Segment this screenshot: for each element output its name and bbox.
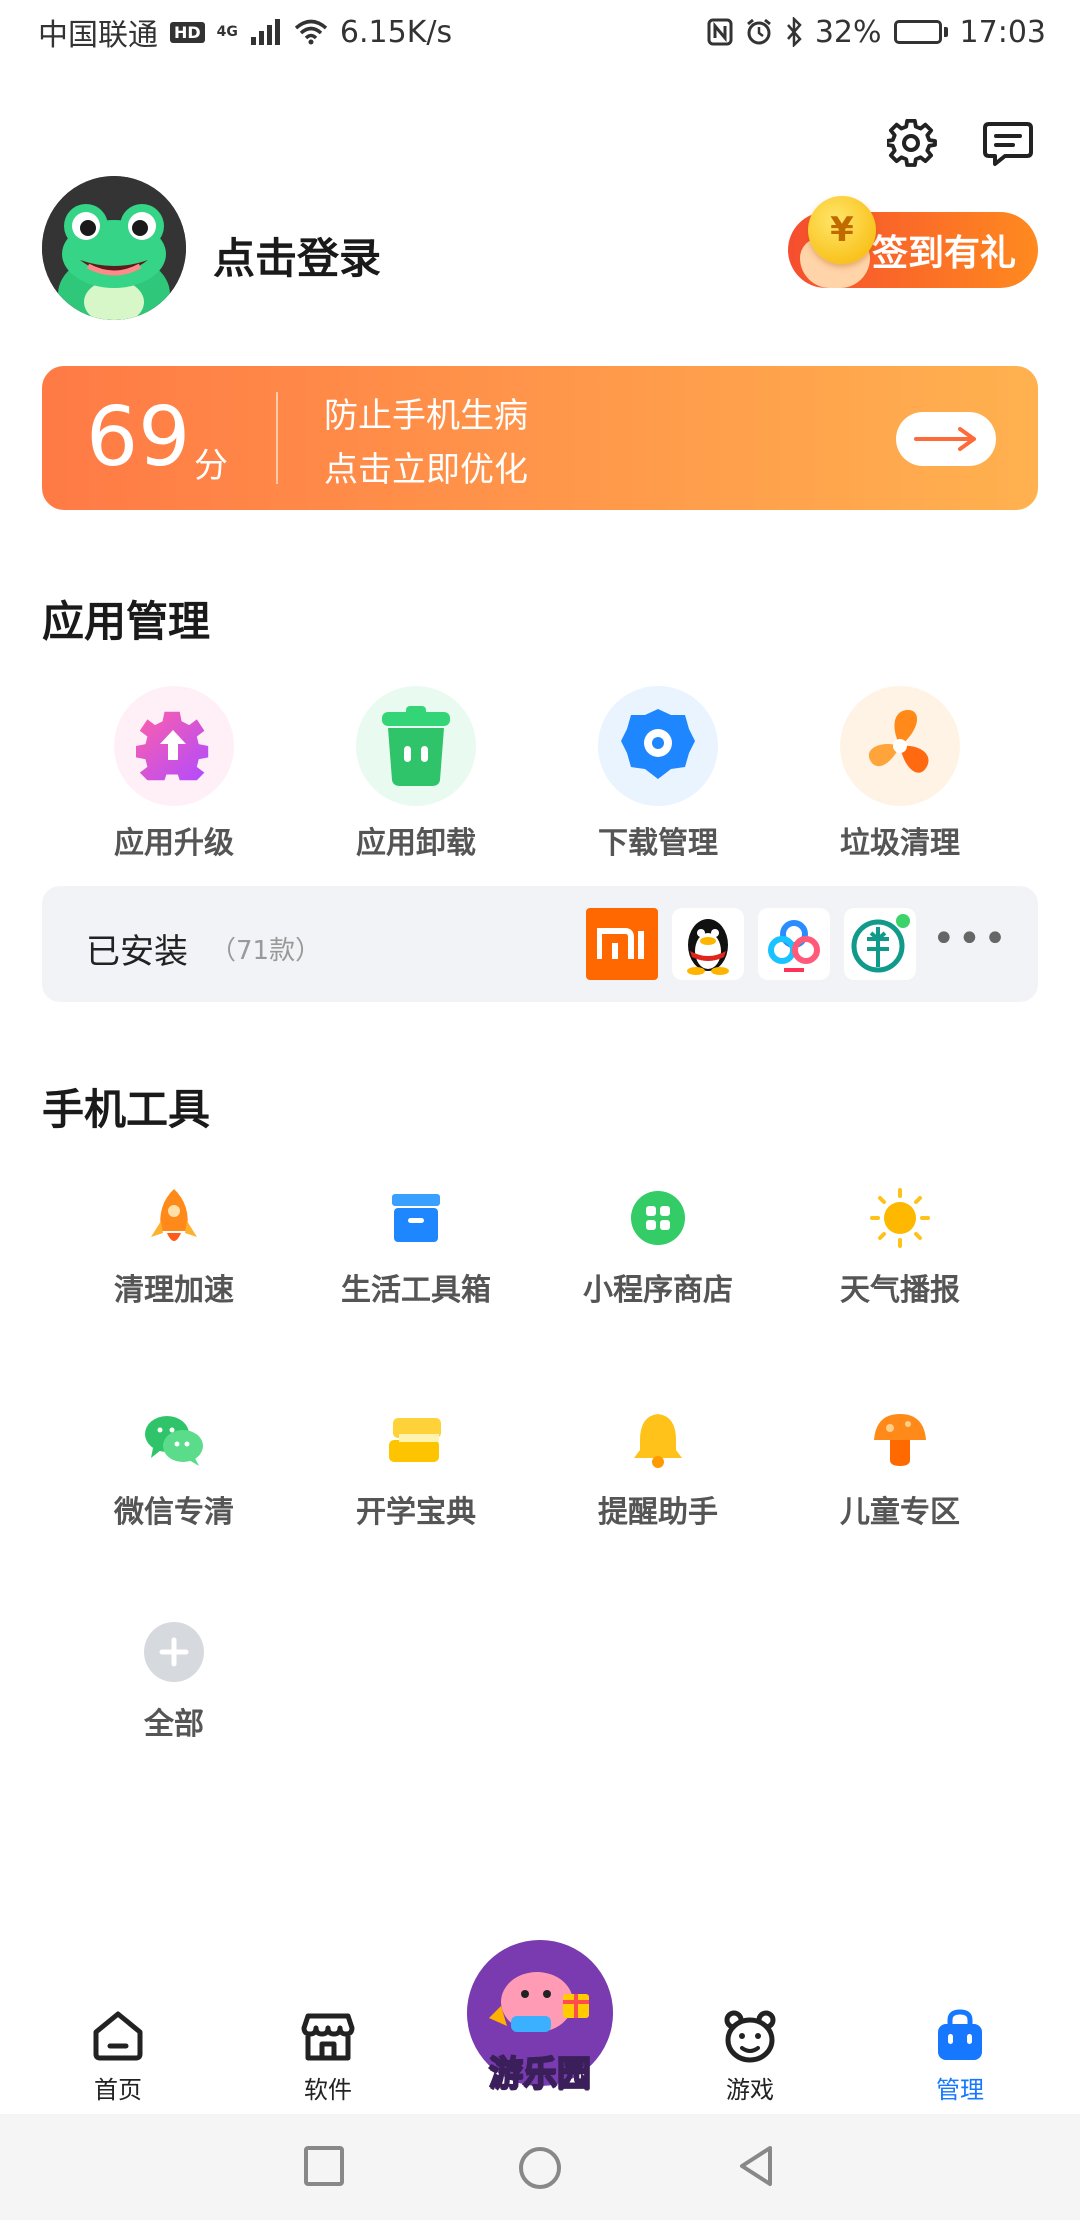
- weather-label: 天气播报: [840, 1273, 960, 1308]
- baidu-netdisk-app-icon[interactable]: [758, 908, 830, 980]
- installed-label: 已安装: [86, 932, 188, 972]
- download-manage-label: 下载管理: [598, 826, 718, 861]
- nav-home[interactable]: 首页: [58, 2008, 178, 2105]
- junk-clean-item[interactable]: 垃圾清理: [780, 686, 1020, 862]
- nav-games-label: 游戏: [726, 2076, 774, 2104]
- nav-manage-label: 管理: [936, 2076, 984, 2104]
- wifi-icon: [294, 19, 328, 45]
- net-speed-label: 6.15K/s: [339, 14, 453, 50]
- back-icon[interactable]: [734, 2144, 778, 2188]
- status-right: 32% 17:03: [707, 15, 1046, 50]
- wechat-icon: [139, 1405, 209, 1475]
- system-nav-bar: [0, 2114, 1080, 2220]
- mini-program-store-label: 小程序商店: [583, 1273, 733, 1308]
- reminder-label: 提醒助手: [598, 1495, 718, 1530]
- upgrade-gear-icon: [114, 686, 234, 806]
- rocket-icon: [139, 1183, 209, 1253]
- bell-icon: [623, 1405, 693, 1475]
- kids-zone-label: 儿童专区: [840, 1495, 960, 1530]
- plus-icon: [139, 1617, 209, 1687]
- battery-icon: [893, 20, 948, 44]
- app-uninstall-item[interactable]: 应用卸载: [296, 686, 536, 862]
- optimize-arrow-button[interactable]: [896, 412, 996, 466]
- banner-line1: 防止手机生病: [324, 396, 528, 436]
- wechat-clean-item[interactable]: 微信专清: [54, 1405, 294, 1531]
- toolbox-icon: [381, 1183, 451, 1253]
- score-value: 69: [86, 390, 191, 485]
- home-icon: [93, 2011, 143, 2061]
- nav-home-label: 首页: [94, 2076, 142, 2104]
- nav-games[interactable]: 游戏: [690, 2008, 810, 2105]
- more-apps-icon[interactable]: •••: [932, 916, 1009, 962]
- download-manage-item[interactable]: 下载管理: [538, 686, 778, 862]
- hd-badge: HD: [170, 21, 205, 43]
- gear-icon[interactable]: [886, 118, 938, 170]
- junk-clean-label: 垃圾清理: [840, 826, 960, 861]
- arrow-right-icon: [914, 427, 976, 451]
- phone-tools-title: 手机工具: [42, 1085, 211, 1134]
- qq-app-icon[interactable]: [672, 908, 744, 980]
- nav-software-label: 软件: [304, 2076, 352, 2104]
- trash-icon: [356, 686, 476, 806]
- download-gear-icon: [598, 686, 718, 806]
- login-link[interactable]: 点击登录: [213, 225, 381, 286]
- clean-speedup-label: 清理加速: [114, 1273, 234, 1308]
- app-upgrade-label: 应用升级: [114, 826, 234, 861]
- nfc-icon: [707, 18, 733, 46]
- clock-label: 17:03: [959, 14, 1046, 50]
- alarm-icon: [746, 18, 771, 45]
- fan-icon: [840, 686, 960, 806]
- frog-avatar-icon: [42, 176, 186, 320]
- mi-app-icon[interactable]: [586, 908, 658, 980]
- all-tools-item[interactable]: 全部: [54, 1617, 294, 1743]
- app-management-title: 应用管理: [42, 597, 211, 646]
- abc-bank-app-icon[interactable]: [844, 908, 916, 980]
- mini-program-store-item[interactable]: 小程序商店: [538, 1183, 778, 1309]
- nav-software[interactable]: 软件: [268, 2008, 388, 2105]
- checkin-label: 签到有礼: [871, 233, 1016, 274]
- optimize-banner[interactable]: 69 分 防止手机生病 点击立即优化: [42, 366, 1038, 510]
- carrier-label: 中国联通: [38, 18, 158, 53]
- reminder-item[interactable]: 提醒助手: [538, 1405, 778, 1531]
- status-left: 中国联通 HD 4G 6.15K/s: [38, 10, 452, 54]
- book-icon: [381, 1405, 451, 1475]
- installed-count: （71款）: [210, 936, 322, 966]
- bluetooth-icon: [786, 17, 802, 47]
- bag-icon: [938, 2009, 982, 2060]
- banner-line2: 点击立即优化: [324, 450, 528, 490]
- message-icon[interactable]: [982, 118, 1034, 170]
- life-toolbox-label: 生活工具箱: [341, 1273, 491, 1308]
- avatar[interactable]: [42, 176, 186, 320]
- home-button-icon[interactable]: [516, 2144, 564, 2192]
- coin-symbol: ¥: [830, 210, 854, 250]
- bear-icon: [724, 2010, 776, 2063]
- store-icon: [301, 2013, 355, 2061]
- clean-speedup-item[interactable]: 清理加速: [54, 1183, 294, 1309]
- score-unit: 分: [194, 446, 228, 486]
- banner-divider: [276, 392, 278, 484]
- nav-manage[interactable]: 管理: [900, 2008, 1020, 2105]
- mushroom-icon: [865, 1405, 935, 1475]
- school-guide-item[interactable]: 开学宝典: [296, 1405, 536, 1531]
- signal-icon: [250, 19, 280, 45]
- playground-label[interactable]: 游乐园: [476, 2046, 604, 2095]
- recents-icon[interactable]: [302, 2144, 346, 2188]
- kids-zone-item[interactable]: 儿童专区: [780, 1405, 1020, 1531]
- coin-icon: ¥: [808, 196, 876, 264]
- mini-program-icon: [623, 1183, 693, 1253]
- wechat-clean-label: 微信专清: [114, 1495, 234, 1530]
- school-guide-label: 开学宝典: [356, 1495, 476, 1530]
- weather-item[interactable]: 天气播报: [780, 1183, 1020, 1309]
- life-toolbox-item[interactable]: 生活工具箱: [296, 1183, 536, 1309]
- all-tools-label: 全部: [144, 1707, 204, 1742]
- installed-apps-bar[interactable]: 已安装 （71款） •••: [42, 886, 1038, 1002]
- header-actions: [886, 118, 1034, 170]
- app-upgrade-item[interactable]: 应用升级: [54, 686, 294, 862]
- app-uninstall-label: 应用卸载: [356, 826, 476, 861]
- status-bar: 中国联通 HD 4G 6.15K/s 32% 17:03: [0, 0, 1080, 64]
- battery-percent-label: 32%: [814, 14, 882, 50]
- network-gen-label: 4G: [216, 24, 238, 40]
- sun-icon: [865, 1183, 935, 1253]
